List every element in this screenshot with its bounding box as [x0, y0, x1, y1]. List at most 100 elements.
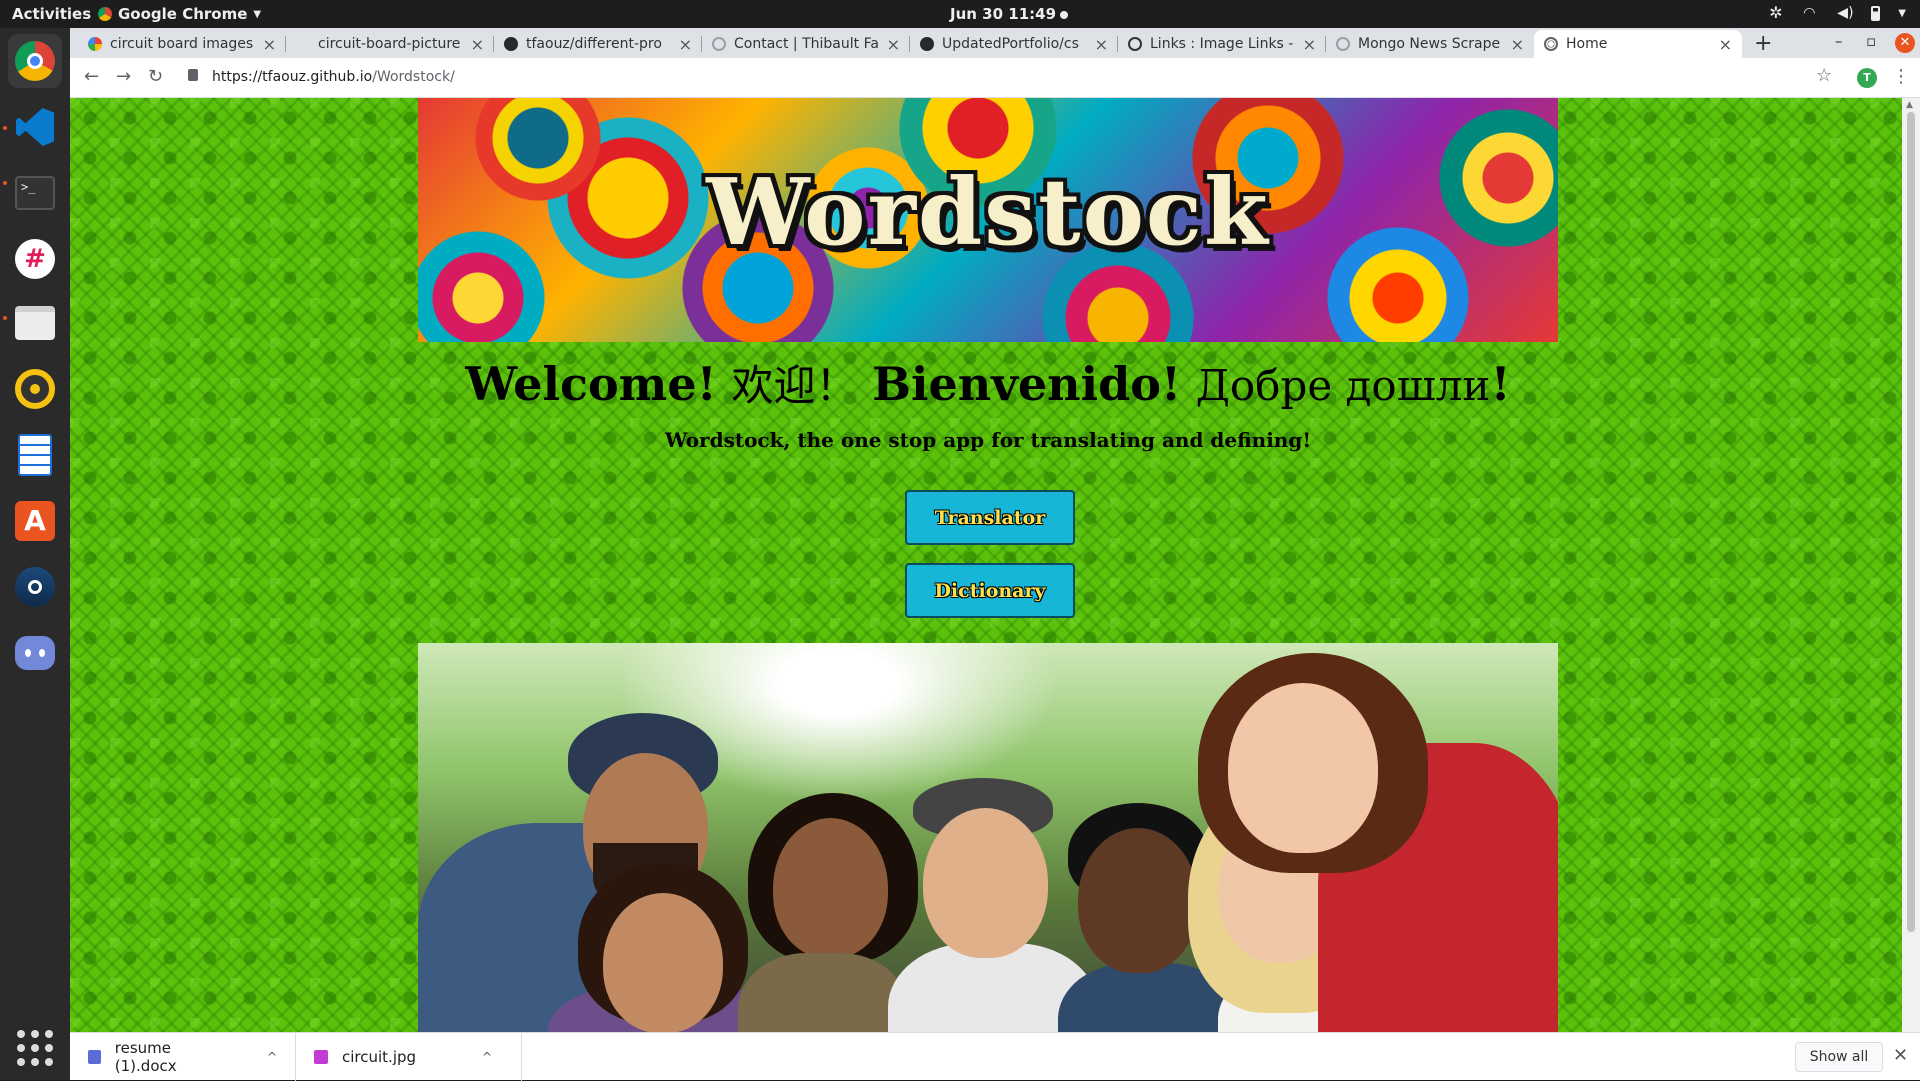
dock-slack[interactable]: # — [8, 232, 62, 286]
close-icon[interactable]: × — [679, 35, 692, 54]
activities-button[interactable]: Activities — [12, 5, 91, 23]
dock-files[interactable] — [8, 296, 62, 350]
tab-circuit-board-picture[interactable]: circuit-board-picture × — [286, 30, 494, 58]
google-icon — [88, 37, 102, 51]
tab-title: Links : Image Links - I — [1150, 36, 1297, 52]
minimize-button[interactable]: – — [1835, 32, 1843, 50]
slack-tray-icon[interactable]: ✲ — [1769, 5, 1785, 21]
back-button[interactable]: ← — [84, 66, 99, 87]
forward-button[interactable]: → — [116, 66, 131, 87]
writer-icon — [18, 434, 52, 476]
download-shelf: resume (1).docx ^ circuit.jpg ^ Show all… — [70, 1032, 1920, 1081]
slack-icon: # — [15, 239, 55, 279]
close-icon[interactable]: × — [471, 35, 484, 54]
address-bar[interactable]: https://tfaouz.github.io/Wordstock/ — [212, 69, 455, 85]
page-scrollbar[interactable]: ▲ ▼ — [1902, 98, 1920, 1060]
tab-title: UpdatedPortfolio/cs — [942, 36, 1079, 52]
tab-contact-thibault[interactable]: Contact | Thibault Fa × — [702, 30, 910, 58]
dock-steam[interactable] — [8, 560, 62, 614]
reload-button[interactable]: ↻ — [148, 66, 163, 87]
bookmark-star-icon[interactable]: ☆ — [1816, 65, 1832, 86]
system-top-bar: Activities Google Chrome ▼ Jun 30 11:49 … — [0, 0, 1920, 28]
close-icon[interactable]: × — [1303, 35, 1316, 54]
system-tray[interactable]: ✲ ◠ ◀) ▼ — [1769, 5, 1906, 22]
close-icon[interactable]: × — [887, 35, 900, 54]
dock-discord[interactable] — [8, 626, 62, 680]
software-icon: A — [15, 501, 55, 541]
tab-circuit-board-images[interactable]: circuit board images × — [78, 30, 286, 58]
download-item-circuit[interactable]: circuit.jpg ^ — [296, 1033, 522, 1081]
scroll-up-icon[interactable]: ▲ — [1906, 100, 1913, 110]
new-tab-button[interactable]: + — [1754, 31, 1772, 56]
group-photo — [418, 643, 1558, 1060]
close-icon[interactable]: ✕ — [1893, 1045, 1908, 1066]
dock-running-indicator — [3, 126, 7, 130]
tab-tfaouz-different-pro[interactable]: tfaouz/different-pro × — [494, 30, 702, 58]
app-menu[interactable]: Google Chrome ▼ — [98, 5, 261, 23]
terminal-icon: >_ — [15, 176, 55, 210]
dictionary-button[interactable]: Dictionary — [905, 563, 1075, 618]
close-icon[interactable]: × — [263, 35, 276, 54]
close-icon[interactable]: × — [1511, 35, 1524, 54]
app-menu-label: Google Chrome — [118, 5, 248, 23]
window-close-button[interactable]: ✕ — [1895, 33, 1915, 53]
dock-vscode[interactable] — [8, 100, 62, 154]
welcome-zh: 欢迎！ — [731, 361, 858, 410]
chrome-icon — [15, 41, 55, 81]
chevron-up-icon[interactable]: ^ — [267, 1050, 277, 1064]
show-all-downloads-button[interactable]: Show all — [1795, 1042, 1883, 1072]
person-face — [1078, 828, 1198, 973]
download-item-resume[interactable]: resume (1).docx ^ — [70, 1033, 296, 1081]
tab-mongo-news-scraper[interactable]: Mongo News Scrape × — [1326, 30, 1534, 58]
dock-chrome[interactable] — [8, 34, 62, 88]
site-title: Wordstock — [706, 158, 1270, 266]
discord-icon — [15, 636, 55, 670]
scroll-thumb[interactable] — [1907, 112, 1915, 932]
battery-icon — [1871, 5, 1881, 21]
person-face — [1228, 683, 1378, 853]
clock[interactable]: Jun 30 11:49 — [950, 5, 1069, 23]
chevron-up-icon[interactable]: ^ — [482, 1050, 492, 1064]
tab-home[interactable]: Home × — [1534, 30, 1742, 58]
tab-title: Mongo News Scrape — [1358, 36, 1501, 52]
person-face — [923, 808, 1048, 958]
spinner-icon — [1336, 37, 1350, 51]
tab-title: Home — [1566, 36, 1608, 52]
vscode-icon — [16, 108, 54, 146]
tab-updated-portfolio[interactable]: UpdatedPortfolio/cs × — [910, 30, 1118, 58]
person-face — [603, 893, 723, 1033]
tab-title: circuit-board-picture — [318, 36, 461, 52]
dock-rhythmbox[interactable] — [8, 362, 62, 416]
spinner-icon — [712, 37, 726, 51]
dock-software[interactable]: A — [8, 494, 62, 548]
chevron-down-icon: ▼ — [253, 8, 262, 20]
close-icon[interactable]: × — [1719, 35, 1732, 54]
globe-icon — [1544, 37, 1558, 51]
tagline: Wordstock, the one stop app for translat… — [664, 428, 1312, 452]
steam-icon — [15, 567, 55, 607]
dock-running-indicator — [3, 181, 7, 185]
tab-title: circuit board images — [110, 36, 254, 52]
translator-button[interactable]: Translator — [905, 490, 1075, 545]
blank-icon — [296, 37, 310, 51]
lock-icon[interactable] — [188, 69, 198, 81]
github-icon — [504, 37, 518, 51]
page-viewport: Wordstock Welcome! 欢迎！ Bienvenido! Добре… — [70, 98, 1902, 1060]
close-icon[interactable]: × — [1095, 35, 1108, 54]
dock-running-indicator — [3, 316, 7, 320]
tab-title: tfaouz/different-pro — [526, 36, 662, 52]
browser-window: circuit board images × circuit-board-pic… — [70, 28, 1920, 1080]
system-menu-chevron-icon: ▼ — [1898, 7, 1906, 19]
dock-terminal[interactable]: >_ — [8, 166, 62, 220]
dock-writer[interactable] — [8, 428, 62, 482]
volume-icon: ◀) — [1837, 5, 1854, 21]
restore-button[interactable]: ▫ — [1866, 32, 1876, 50]
welcome-heading: Welcome! 欢迎！ Bienvenido! Добре дошли! — [418, 352, 1558, 413]
show-applications-icon[interactable] — [17, 1030, 53, 1066]
menu-kebab-icon[interactable]: ⋮ — [1892, 66, 1910, 87]
toolbar: ← → ↻ https://tfaouz.github.io/Wordstock… — [70, 58, 1920, 98]
tab-links-image-links[interactable]: Links : Image Links - I × — [1118, 30, 1326, 58]
clock-label: Jun 30 11:49 — [950, 5, 1057, 23]
rhythmbox-icon — [15, 369, 55, 409]
profile-avatar[interactable]: T — [1857, 68, 1877, 88]
